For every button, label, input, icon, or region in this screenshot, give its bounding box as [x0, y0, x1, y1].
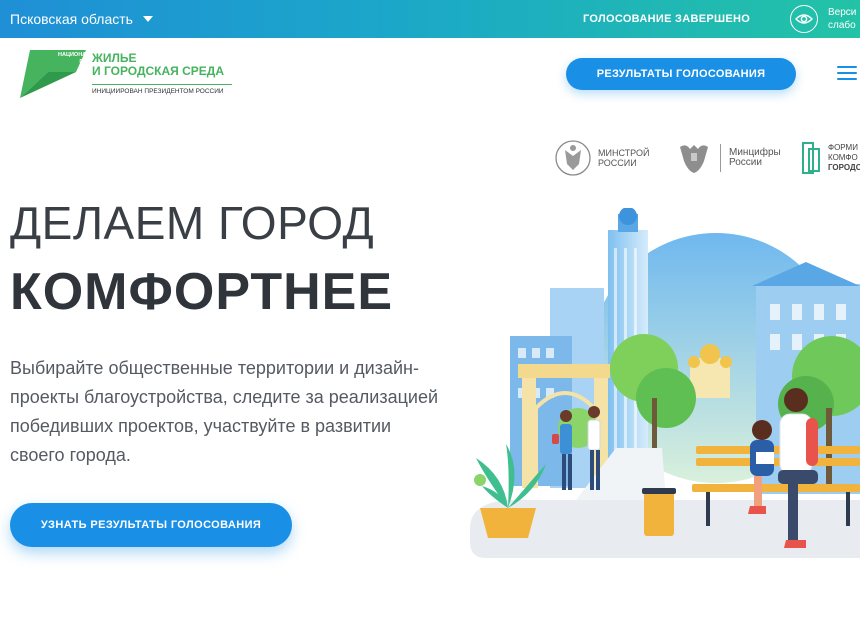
site-logo[interactable]: НАЦИОНАЛЬНЫЕ ПРОЕКТЫ РОССИИ ЖИЛЬЕ И ГОРО…	[18, 50, 238, 98]
coat-of-arms-icon	[555, 140, 591, 176]
comfort-city-logo-icon	[802, 142, 820, 174]
partner-comfort-city-label: ФОРМИ КОМФО ГОРОДС	[828, 143, 860, 172]
partner-comfort-city[interactable]: ФОРМИ КОМФО ГОРОДС	[800, 138, 860, 178]
logo-subtitle: ИНИЦИИРОВАН ПРЕЗИДЕНТОМ РОССИИ	[92, 84, 232, 95]
partner-divider	[720, 144, 721, 172]
hero-description: Выбирайте общественные территории и диза…	[10, 358, 439, 465]
chevron-down-icon	[142, 16, 153, 22]
hero-title-line1: ДЕЛАЕМ ГОРОД	[10, 197, 375, 249]
vote-status-text: ГОЛОСОВАНИЕ ЗАВЕРШЕНО	[583, 13, 751, 25]
partner-mincifry[interactable]: Минцифры России	[676, 138, 781, 178]
region-selector[interactable]: Псковская область	[10, 11, 153, 27]
partner-minstroy-label: МИНСТРОЙ РОССИИ	[598, 148, 650, 168]
hero-title-line2: КОМФОРТНЕЕ	[10, 263, 394, 321]
partner-mincifry-label: Минцифры России	[729, 147, 781, 168]
accessibility-eye-button[interactable]	[790, 5, 818, 33]
region-label: Псковская область	[10, 11, 133, 27]
partner-minstroy[interactable]: МИНСТРОЙ РОССИИ	[554, 138, 649, 178]
top-bar: Псковская область ГОЛОСОВАНИЕ ЗАВЕРШЕНО …	[0, 0, 860, 38]
learn-results-button[interactable]: УЗНАТЬ РЕЗУЛЬТАТЫ ГОЛОСОВАНИЯ	[10, 503, 292, 547]
voting-results-button[interactable]: РЕЗУЛЬТАТЫ ГОЛОСОВАНИЯ	[566, 58, 796, 90]
city-park-illustration	[470, 208, 860, 558]
eagle-emblem-icon	[680, 145, 708, 173]
logo-title: ЖИЛЬЕ И ГОРОДСКАЯ СРЕДА	[92, 51, 225, 78]
menu-hamburger-icon[interactable]	[837, 66, 857, 82]
eye-icon	[795, 14, 813, 24]
accessibility-version-link[interactable]: Верси слабо	[828, 6, 856, 32]
